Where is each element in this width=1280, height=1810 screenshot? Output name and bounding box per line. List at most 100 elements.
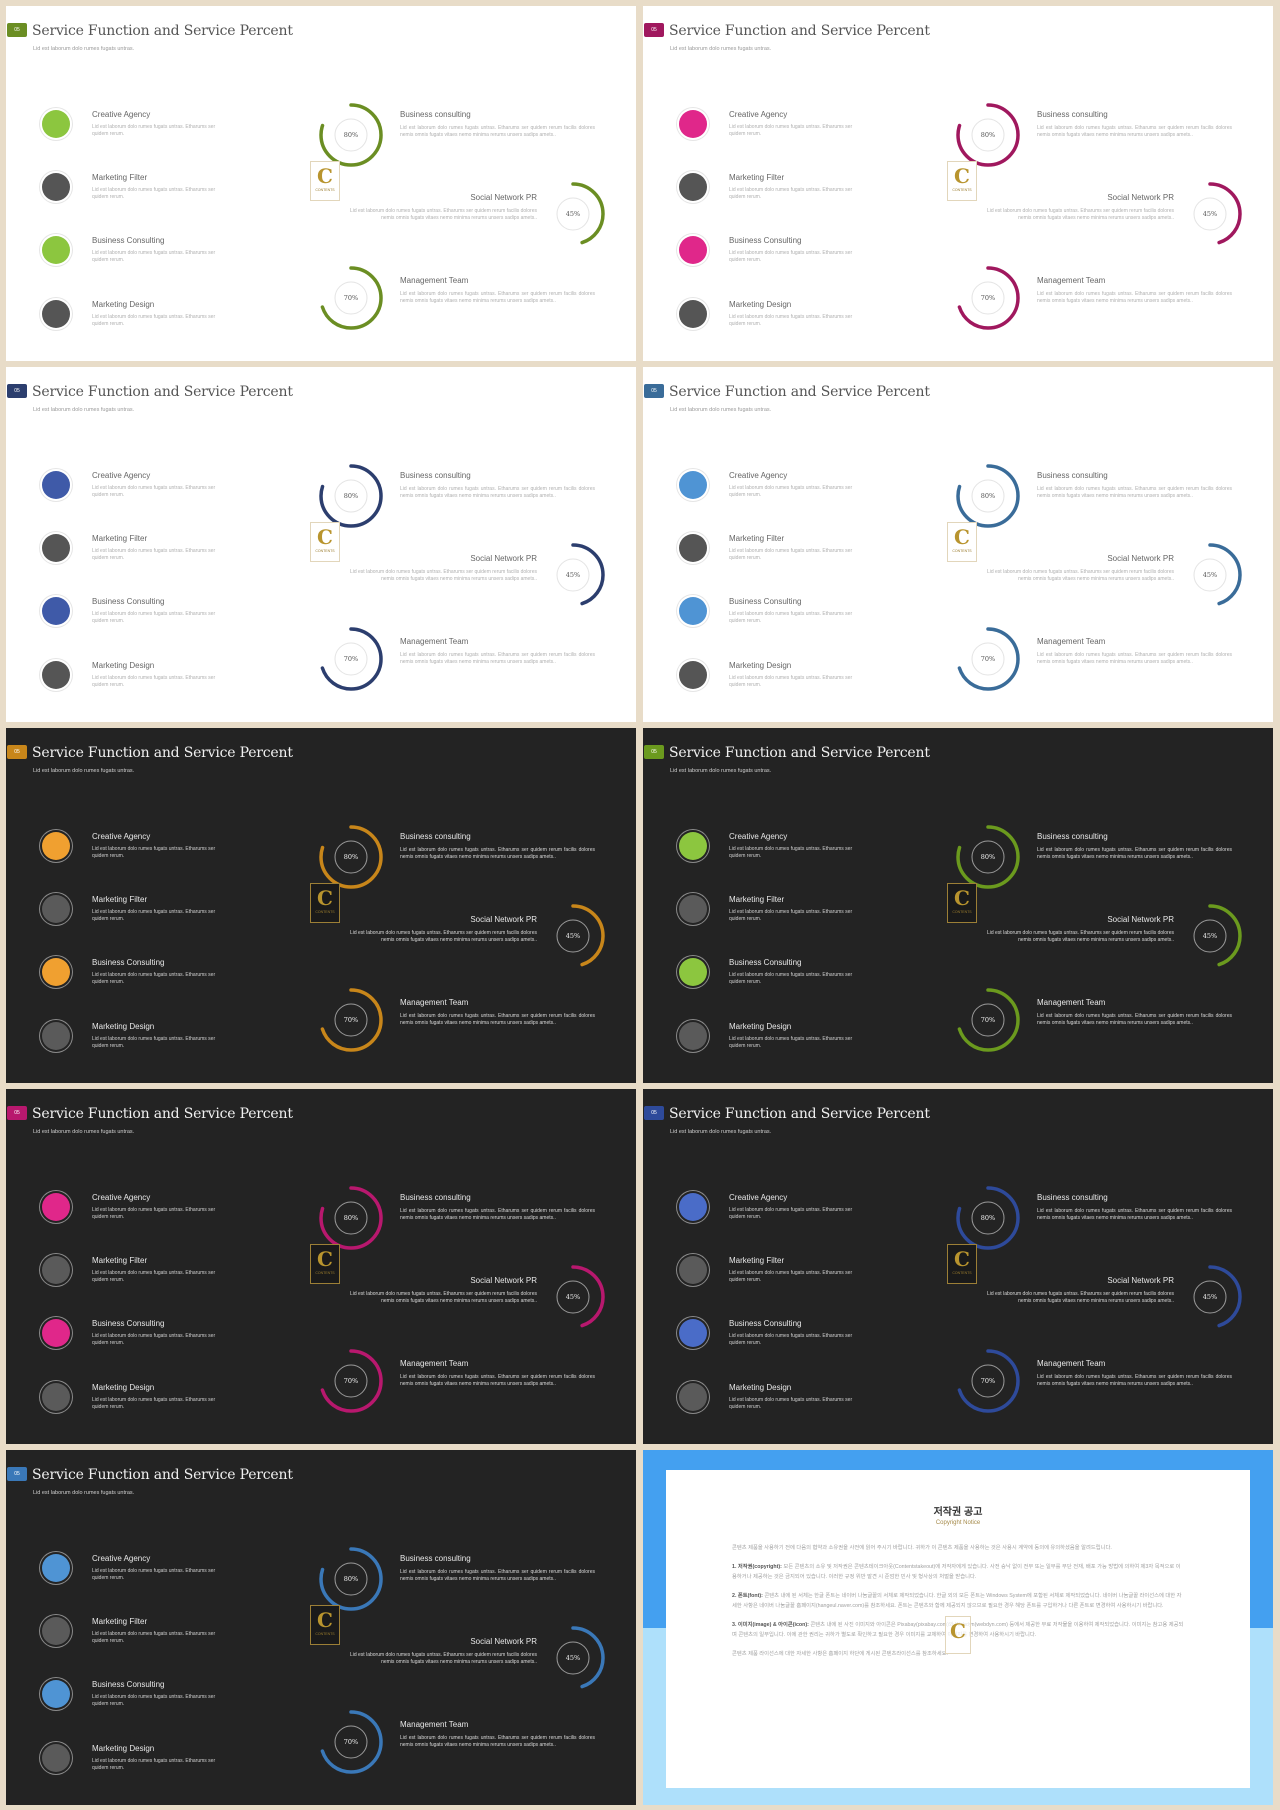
service-item: Business Consulting Lid est laborum dolo… <box>42 958 242 998</box>
gauge-title: Management Team <box>400 1720 469 1729</box>
gauge-title: Social Network PR <box>1107 1276 1174 1285</box>
slide-subtitle: Lid est laborum dolo rumes fugats untras… <box>33 768 135 774</box>
copyright-section: 2. 폰트(font): 콘텐츠 내에 된 서체는 한글 폰트는 네이버 나눔글… <box>732 1591 1184 1611</box>
percent-gauge: 80% <box>316 1183 386 1253</box>
service-title: Creative Agency <box>729 110 788 119</box>
percent-gauge: 80% <box>953 1183 1023 1253</box>
service-desc: Lid est laborum dolo rumes fugats untras… <box>92 1270 216 1283</box>
slide-thumbnail[interactable]: 05 Service Function and Service Percent … <box>6 728 636 1083</box>
logo-text: CONTENTS <box>315 1271 335 1275</box>
logo-letter: C <box>317 1247 333 1271</box>
copyright-card: 저작권 공고 Copyright Notice 콘텐츠 제품을 사용하기 전에 … <box>666 1470 1250 1788</box>
gauge-desc: Lid est laborum dolo rumes fugats untras… <box>400 1208 595 1221</box>
gauge-percent-label: 45% <box>1202 571 1218 579</box>
percent-gauge: 70% <box>953 1346 1023 1416</box>
contents-logo: C CONTENTS <box>310 1244 340 1284</box>
logo-text: CONTENTS <box>315 910 335 914</box>
copyright-heading: 저작권 공고 <box>933 1507 983 1518</box>
percent-gauge: 80% <box>953 100 1023 170</box>
service-title: Marketing Design <box>729 300 792 309</box>
copyright-intro: 콘텐츠 제품을 사용하기 전에 다음의 협약과 소유권을 사전에 읽어 주시기 … <box>732 1545 1112 1551</box>
gauge-desc: Lid est laborum dolo rumes fugats untras… <box>986 569 1174 582</box>
logo-text: CONTENTS <box>315 549 335 553</box>
percent-gauge: 70% <box>316 263 386 333</box>
service-item: Creative Agency Lid est laborum dolo rum… <box>679 471 879 511</box>
percent-gauge: 70% <box>953 624 1023 694</box>
slide-thumbnail[interactable]: 05 Service Function and Service Percent … <box>6 1450 636 1805</box>
gauge-title: Business consulting <box>400 832 471 841</box>
service-title: Marketing Filter <box>92 173 148 182</box>
logo-letter: C <box>954 1247 970 1271</box>
service-desc: Lid est laborum dolo rumes fugats untras… <box>92 972 216 985</box>
service-dot-icon <box>42 236 70 264</box>
slide-subtitle: Lid est laborum dolo rumes fugats untras… <box>670 1129 772 1135</box>
gauge-title: Business consulting <box>1037 832 1108 841</box>
percent-gauge: 80% <box>316 1544 386 1614</box>
gauge-desc: Lid est laborum dolo rumes fugats untras… <box>349 569 537 582</box>
service-desc: Lid est laborum dolo rumes fugats untras… <box>92 675 216 688</box>
service-desc: Lid est laborum dolo rumes fugats untras… <box>92 187 216 200</box>
percent-gauge: 80% <box>316 100 386 170</box>
gauge-desc: Lid est laborum dolo rumes fugats untras… <box>400 291 595 304</box>
gauge-percent-label: 45% <box>1202 1293 1218 1301</box>
contents-logo: C CONTENTS <box>947 883 977 923</box>
slide-thumbnail[interactable]: 05 Service Function and Service Percent … <box>643 6 1273 361</box>
gauge-desc: Lid est laborum dolo rumes fugats untras… <box>400 1569 595 1582</box>
gauge-text-block: Social Network PR Lid est laborum dolo r… <box>979 554 1174 583</box>
service-title: Marketing Filter <box>92 1256 148 1265</box>
service-dot-icon <box>679 958 707 986</box>
service-desc: Lid est laborum dolo rumes fugats untras… <box>729 1270 853 1283</box>
copyright-slide[interactable]: 저작권 공고 Copyright Notice 콘텐츠 제품을 사용하기 전에 … <box>643 1450 1273 1805</box>
percent-gauge: 70% <box>953 263 1023 333</box>
gauge-text-block: Management Team Lid est laborum dolo rum… <box>1037 998 1232 1027</box>
gauge-title: Social Network PR <box>470 193 537 202</box>
logo-letter: C <box>317 164 333 188</box>
percent-gauge: 45% <box>1175 179 1245 249</box>
service-item: Business Consulting Lid est laborum dolo… <box>679 236 879 276</box>
gauge-percent-label: 80% <box>343 492 359 500</box>
slide-subtitle: Lid est laborum dolo rumes fugats untras… <box>33 1490 135 1496</box>
service-dot-icon <box>679 1193 707 1221</box>
service-desc: Lid est laborum dolo rumes fugats untras… <box>729 611 853 624</box>
gauge-title: Social Network PR <box>470 1276 537 1285</box>
gauge-percent-label: 80% <box>980 131 996 139</box>
service-desc: Lid est laborum dolo rumes fugats untras… <box>92 846 216 859</box>
service-title: Creative Agency <box>92 471 151 480</box>
logo-text: CONTENTS <box>952 188 972 192</box>
contents-logo: C CONTENTS <box>310 1605 340 1645</box>
slide-thumbnail[interactable]: 05 Service Function and Service Percent … <box>6 367 636 722</box>
service-desc: Lid est laborum dolo rumes fugats untras… <box>92 485 216 498</box>
service-item: Creative Agency Lid est laborum dolo rum… <box>42 1554 242 1594</box>
service-dot-icon <box>679 895 707 923</box>
service-dot-icon <box>42 597 70 625</box>
service-title: Business Consulting <box>92 1319 165 1328</box>
contents-logo: C CONTENTS <box>310 883 340 923</box>
service-title: Marketing Design <box>92 1383 155 1392</box>
service-desc: Lid est laborum dolo rumes fugats untras… <box>92 1568 216 1581</box>
section-label: 3. 이미지(image) & 아이콘(icon): <box>732 1622 809 1628</box>
gauge-text-block: Social Network PR Lid est laborum dolo r… <box>979 193 1174 222</box>
service-item: Marketing Filter Lid est laborum dolo ru… <box>42 534 242 574</box>
gauge-percent-label: 70% <box>980 1016 996 1024</box>
service-desc: Lid est laborum dolo rumes fugats untras… <box>92 124 216 137</box>
gauge-title: Management Team <box>1037 998 1106 1007</box>
service-desc: Lid est laborum dolo rumes fugats untras… <box>92 909 216 922</box>
slide-thumbnail[interactable]: 05 Service Function and Service Percent … <box>643 728 1273 1083</box>
percent-gauge: 80% <box>316 461 386 531</box>
service-dot-icon <box>679 832 707 860</box>
slide-thumbnail[interactable]: 05 Service Function and Service Percent … <box>6 1089 636 1444</box>
slide-thumbnail[interactable]: 05 Service Function and Service Percent … <box>643 1089 1273 1444</box>
service-desc: Lid est laborum dolo rumes fugats untras… <box>92 1333 216 1346</box>
service-item: Marketing Design Lid est laborum dolo ru… <box>42 1022 242 1062</box>
service-desc: Lid est laborum dolo rumes fugats untras… <box>729 187 853 200</box>
gauge-percent-label: 45% <box>565 1293 581 1301</box>
gauge-desc: Lid est laborum dolo rumes fugats untras… <box>349 1652 537 1665</box>
slide-thumbnail[interactable]: 05 Service Function and Service Percent … <box>643 367 1273 722</box>
slide-thumbnail[interactable]: 05 Service Function and Service Percent … <box>6 6 636 361</box>
service-dot-icon <box>679 1319 707 1347</box>
slide-number-badge: 05 <box>7 23 27 37</box>
gauge-text-block: Business consulting Lid est laborum dolo… <box>1037 110 1232 139</box>
copyright-subheading: Copyright Notice <box>935 1520 981 1526</box>
slide-title: Service Function and Service Percent <box>32 384 293 400</box>
service-item: Business Consulting Lid est laborum dolo… <box>679 1319 879 1359</box>
